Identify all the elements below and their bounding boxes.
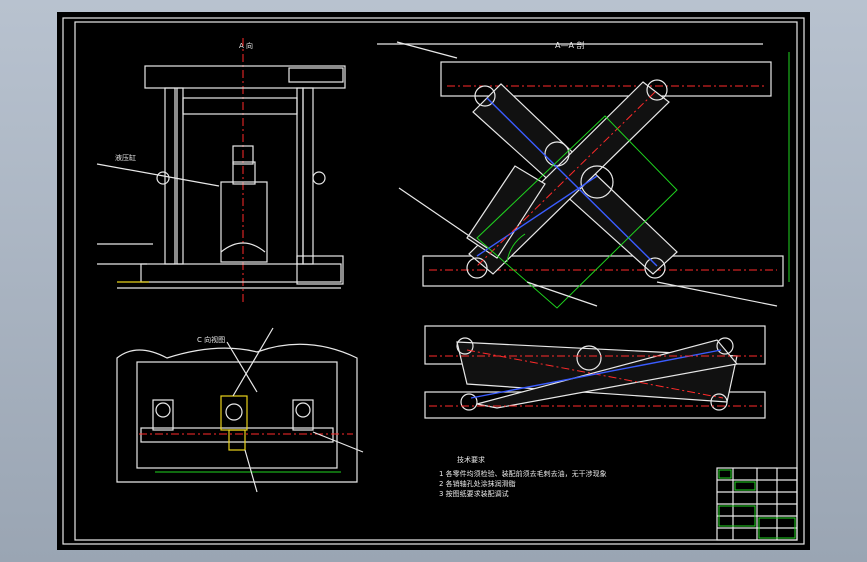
side-elevation-view: A 向 液压缸	[96, 38, 346, 302]
right-pin-icon	[312, 171, 326, 185]
notes-title: 技术要求	[457, 455, 485, 464]
base-bracket	[296, 255, 344, 285]
leader-cylinder	[96, 163, 220, 187]
front-view-label: C 向视图	[197, 335, 225, 344]
section-label: A—A 剖	[555, 40, 585, 50]
arrow-label: A 向	[239, 41, 253, 50]
upper-crossbar	[182, 97, 298, 115]
outer-frame	[62, 17, 805, 545]
bearing-left	[152, 399, 174, 431]
base-plate	[140, 263, 342, 283]
callout-cylinder: 液压缸	[115, 153, 136, 162]
title-block	[716, 467, 798, 541]
leader-cylinder-2	[398, 187, 488, 249]
right-column	[302, 87, 314, 265]
top-platform	[440, 61, 772, 97]
top-bracket	[288, 67, 344, 83]
left-column-inner	[176, 87, 184, 265]
drawing-canvas: A 向 液压缸 A—A 剖 C 向视图 技术要求 1 各零件均须检验、装配前须去…	[62, 17, 805, 545]
top-plate	[144, 65, 346, 89]
title-cell-2	[734, 481, 756, 491]
right-column-inner	[296, 87, 304, 265]
notes-item-3: 3 按图纸要求装配调试	[439, 489, 509, 498]
scissor-section-view: A—A 剖	[377, 40, 790, 309]
notes-item-2: 2 各销轴孔处涂抹润滑脂	[439, 479, 516, 488]
cylinder-body	[220, 181, 268, 263]
left-pin-icon	[156, 171, 170, 185]
cylinder-rod	[232, 161, 256, 185]
leader-front-1	[244, 449, 258, 493]
folded-pivot-3-icon	[460, 393, 478, 411]
viewport: A 向 液压缸 A—A 剖 C 向视图 技术要求 1 各零件均须检验、装配前须去…	[0, 0, 867, 562]
front-view-c: C 向视图	[116, 327, 364, 493]
notes-item-1: 1 各零件均须检验、装配前须去毛刺去油，无干涉现象	[439, 469, 607, 478]
bearing-right	[292, 399, 314, 431]
technical-notes: 技术要求 1 各零件均须检验、装配前须去毛刺去油，无干涉现象 2 各销轴孔处涂抹…	[439, 455, 607, 498]
title-cell-1	[718, 469, 732, 479]
drawing-sheet: A 向 液压缸 A—A 剖 C 向视图 技术要求 1 各零件均须检验、装配前须去…	[57, 12, 810, 550]
folded-scissor-view	[424, 325, 766, 419]
